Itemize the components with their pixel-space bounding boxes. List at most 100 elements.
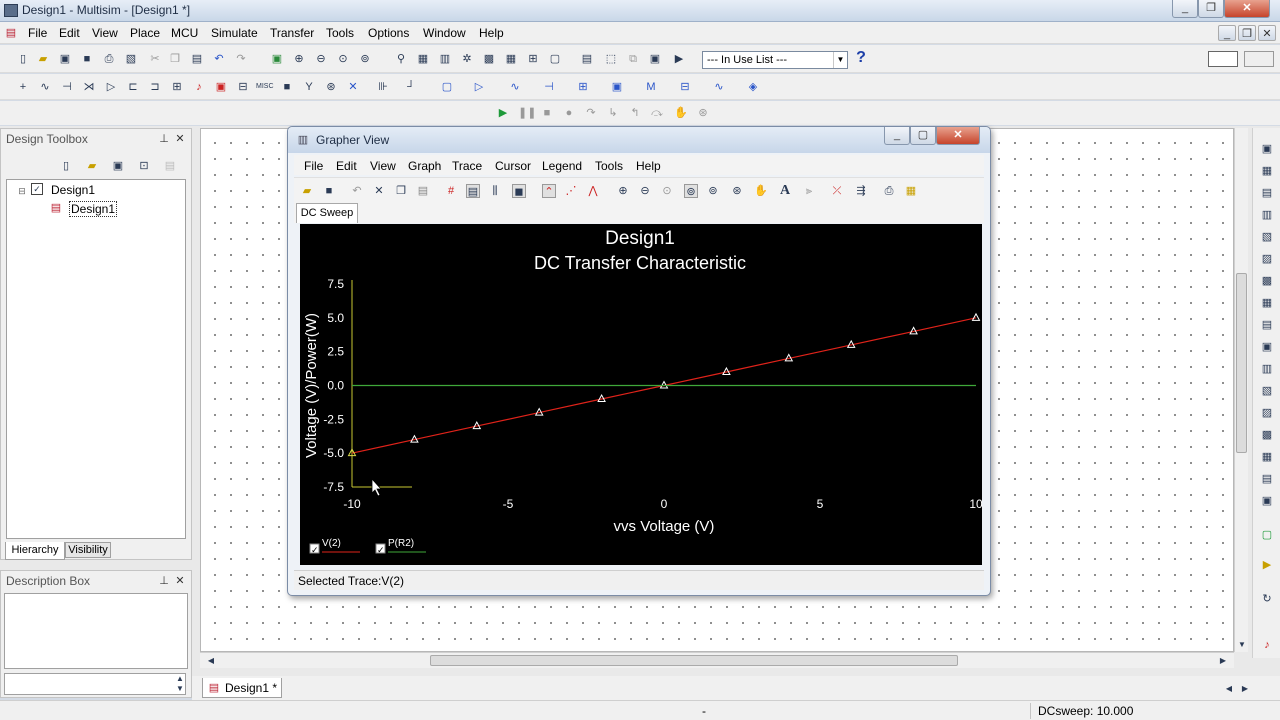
grapher-menu-graph[interactable]: Graph <box>408 159 441 173</box>
menu-window[interactable]: Window <box>423 26 466 40</box>
description-scroll[interactable]: ▲ ▼ <box>4 673 186 695</box>
spreadsheet-icon[interactable]: ▦ <box>416 52 430 66</box>
menu-edit[interactable]: Edit <box>59 26 80 40</box>
zoom-out-icon[interactable]: ⊖ <box>638 184 652 198</box>
open-hierarchy-icon[interactable]: ▰ <box>85 159 99 173</box>
vertical-scroll-thumb[interactable] <box>1236 273 1247 453</box>
zoom-area-icon[interactable]: ⊙ <box>336 52 350 66</box>
zoom-full-icon[interactable]: ⊛ <box>730 184 744 198</box>
bom-icon[interactable]: ▤ <box>580 52 594 66</box>
place-basic-icon[interactable]: ∿ <box>38 80 52 94</box>
pin-icon[interactable]: ⊥ <box>157 574 171 588</box>
open-folder-icon[interactable]: ▰ <box>36 52 50 66</box>
tree-root-label[interactable]: Design1 <box>51 183 95 197</box>
place-probe-icon[interactable]: ◈ <box>746 80 760 94</box>
probe-tool-icon[interactable]: ♪ <box>1260 638 1274 652</box>
new-file-icon[interactable]: ▯ <box>16 52 30 66</box>
undo-icon[interactable]: ↶ <box>212 52 226 66</box>
grapher-menu-file[interactable]: File <box>304 159 323 173</box>
copy-icon[interactable]: ❐ <box>394 184 408 198</box>
agilent-generator-icon[interactable]: ▦ <box>1260 450 1274 464</box>
place-diode-icon[interactable]: ⊣ <box>60 80 74 94</box>
zoom-area-icon[interactable]: ⊙ <box>660 184 674 198</box>
stop-icon[interactable]: ■ <box>540 106 554 120</box>
export-excel-icon[interactable]: ▦ <box>904 184 918 198</box>
checkbox-icon[interactable]: ✓ <box>31 183 43 195</box>
show-lines-icon[interactable]: ⌃ <box>542 184 556 198</box>
grapher-menu-view[interactable]: View <box>370 159 396 173</box>
undo-icon[interactable]: ↶ <box>350 184 364 198</box>
document-icon[interactable]: ▤ <box>4 26 18 40</box>
grapher-menu-tools[interactable]: Tools <box>595 159 623 173</box>
description-text-area[interactable] <box>4 593 188 669</box>
restore-button[interactable]: ❐ <box>1198 0 1224 18</box>
scroll-left-icon[interactable]: ◀ <box>204 654 218 668</box>
place-misc-icon[interactable]: MISC <box>256 80 274 94</box>
add-sheet-icon[interactable]: ⊡ <box>137 159 151 173</box>
zoom-in-icon[interactable]: ⊕ <box>616 184 630 198</box>
place-rf-icon[interactable]: Y <box>302 80 316 94</box>
pan-hand-icon[interactable]: ✋ <box>754 184 768 198</box>
place-mixed-icon[interactable]: ▣ <box>214 80 228 94</box>
mdi-close-button[interactable]: ✕ <box>1258 25 1276 41</box>
probe-icon[interactable]: ⊛ <box>696 106 710 120</box>
cursors-icon[interactable]: ⫼ <box>488 184 502 198</box>
open-sample-icon[interactable]: ▣ <box>58 52 72 66</box>
bode-plotter-icon[interactable]: ▨ <box>1260 252 1274 266</box>
lines-markers-icon[interactable]: ⋀ <box>586 184 600 198</box>
mdi-minimize-button[interactable]: _ <box>1218 25 1236 41</box>
place-peripherals-icon[interactable]: ■ <box>280 80 294 94</box>
place-signal-icon[interactable]: ∿ <box>508 80 522 94</box>
four-channel-scope-icon[interactable]: ▧ <box>1260 230 1274 244</box>
scroll-down-icon[interactable]: ▼ <box>173 684 187 694</box>
wattmeter-icon[interactable]: ▤ <box>1260 186 1274 200</box>
plot-area[interactable]: Design1 DC Transfer Characteristic vvs Vol… <box>300 224 983 565</box>
table-icon[interactable]: ▦ <box>504 52 518 66</box>
place-mcu-icon[interactable]: ⊞ <box>170 80 184 94</box>
tab-scroll-right-icon[interactable]: ▶ <box>1238 682 1252 696</box>
measurement-probe-icon[interactable]: ▢ <box>1260 528 1274 542</box>
grapher-icon[interactable]: ▥ <box>438 52 452 66</box>
grid-icon[interactable]: # <box>444 184 458 198</box>
text-tool-icon[interactable]: A <box>778 184 792 198</box>
select-icon[interactable]: ⬚ <box>604 52 618 66</box>
zoom-x-icon[interactable]: ⊚ <box>684 184 698 198</box>
close-panel-icon[interactable]: ✕ <box>173 574 187 588</box>
transfer-icon[interactable]: ▶ <box>672 52 686 66</box>
close-button[interactable]: ✕ <box>1224 0 1270 18</box>
tab-hierarchy[interactable]: Hierarchy <box>5 542 65 560</box>
place-ni-icon[interactable]: ✕ <box>346 80 360 94</box>
labview-icon[interactable]: ▶ <box>1260 558 1274 572</box>
search-icon[interactable]: ⚲ <box>394 52 408 66</box>
analysis-icon[interactable]: ▢ <box>548 52 562 66</box>
paste-icon[interactable]: ▤ <box>416 184 430 198</box>
legend-icon[interactable]: ▤ <box>466 184 480 198</box>
netlist-icon[interactable]: ⊞ <box>526 52 540 66</box>
place-wire-icon[interactable]: ┘ <box>404 80 418 94</box>
frequency-counter-icon[interactable]: ▩ <box>1260 274 1274 288</box>
place-bus-icon[interactable]: ⊪ <box>376 80 390 94</box>
place-analog-icon[interactable]: ▷ <box>104 80 118 94</box>
toggle-icon[interactable]: ✋ <box>674 106 688 120</box>
zoom-in-icon[interactable]: ⊕ <box>292 52 306 66</box>
copy-icon[interactable]: ❐ <box>168 52 182 66</box>
menu-help[interactable]: Help <box>479 26 504 40</box>
tab-dc-sweep[interactable]: DC Sweep <box>296 203 358 223</box>
place-align-icon[interactable]: ⊟ <box>678 80 692 94</box>
overlay-traces-icon[interactable]: ⤫ <box>830 184 844 198</box>
menu-simulate[interactable]: Simulate <box>211 26 258 40</box>
cut-icon[interactable]: ✕ <box>372 184 386 198</box>
place-opamp-icon[interactable]: ▷ <box>472 80 486 94</box>
place-wave-icon[interactable]: ∿ <box>712 80 726 94</box>
grapher-maximize-button[interactable]: ▢ <box>910 127 936 145</box>
electrical-rules-icon[interactable]: ⧉ <box>626 52 640 66</box>
distortion-analyzer-icon[interactable]: ▧ <box>1260 384 1274 398</box>
open-folder-icon[interactable]: ▰ <box>300 184 314 198</box>
database-icon[interactable]: ✲ <box>460 52 474 66</box>
menu-options[interactable]: Options <box>368 26 409 40</box>
instrument-icon[interactable] <box>1208 51 1238 67</box>
scroll-down-icon[interactable]: ▼ <box>1235 638 1249 652</box>
place-misc-digital-icon[interactable]: ♪ <box>192 80 206 94</box>
zoom-y-icon[interactable]: ⊚ <box>706 184 720 198</box>
place-connector-icon[interactable]: ⊣ <box>542 80 556 94</box>
